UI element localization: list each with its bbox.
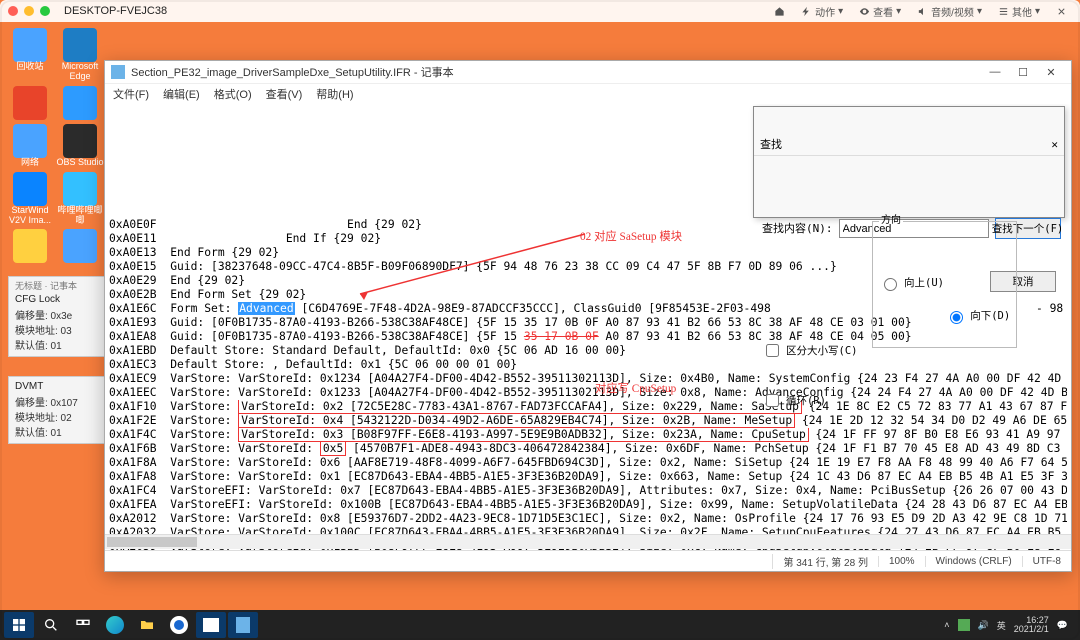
notepad-title-text: Section_PE32_image_DriverSampleDxe_Setup… — [131, 64, 981, 80]
find-dir-down[interactable]: 向下(D) — [945, 308, 1010, 324]
text-line: 0xA2012 VarStore: VarStoreId: 0x8 [E5937… — [109, 512, 1067, 526]
status-cursor-pos: 第 341 行, 第 28 列 — [772, 554, 877, 569]
taskbar-app1[interactable] — [196, 612, 226, 638]
desktop-icon[interactable] — [56, 86, 104, 120]
zoom-icon[interactable] — [40, 6, 50, 16]
menubar-item[interactable]: 帮助(H) — [316, 86, 353, 102]
taskbar-explorer-icon[interactable] — [132, 612, 162, 638]
side-panel-title: CFG Lock — [15, 294, 107, 305]
remote-menu-exit[interactable] — [1051, 6, 1072, 17]
notepad-statusbar: 第 341 行, 第 28 列 100% Windows (CRLF) UTF-… — [105, 550, 1071, 571]
menubar-item[interactable]: 格式(O) — [214, 86, 252, 102]
traffic-lights[interactable] — [8, 6, 50, 16]
menubar-item[interactable]: 文件(F) — [113, 86, 149, 102]
side-panel-dvmt: DVMT 偏移量: 0x107 模块地址: 02 默认值: 01 — [8, 376, 114, 444]
taskbar-teamviewer[interactable] — [164, 612, 194, 638]
desktop-icon[interactable] — [56, 229, 104, 263]
tray-ime-lang[interactable]: 英 — [997, 619, 1006, 632]
tray-notifications-icon[interactable]: 💬 — [1057, 620, 1068, 631]
tray-gpu-icon[interactable] — [958, 619, 970, 631]
minimize-icon[interactable] — [24, 6, 34, 16]
taskbar-taskview-icon[interactable] — [68, 612, 98, 638]
notepad-text-area[interactable]: 02 对应 SaSetup 模块 对应写 CpuSetup 查找 ✕ 查找内容(… — [105, 104, 1071, 550]
desktop-icon[interactable]: 网络 — [6, 124, 54, 168]
desktop-icons: 回收站Microsoft Edge网络OBS StudioStarWind V2… — [6, 28, 106, 263]
desktop-icon[interactable]: 回收站 — [6, 28, 54, 82]
status-encoding: UTF-8 — [1022, 556, 1071, 567]
side-panel-caption: 无标题 · 记事本 — [15, 279, 107, 292]
annotation-sasetup: 02 对应 SaSetup 模块 — [580, 230, 682, 244]
tray-audio-icon[interactable]: 🔊 — [978, 620, 989, 631]
find-dialog[interactable]: 查找 ✕ 查找内容(N): 查找下一个(F) 取消 方向 向上(U) 向下(D)… — [753, 106, 1065, 218]
find-close-button[interactable]: ✕ — [1051, 138, 1058, 152]
desktop-icon[interactable]: StarWind V2V Ima... — [6, 172, 54, 226]
menubar-item[interactable]: 编辑(E) — [163, 86, 200, 102]
tray-clock[interactable]: 16:272021/2/1 — [1014, 616, 1049, 635]
find-dir-up[interactable]: 向上(U) — [879, 275, 1010, 291]
taskbar-edge[interactable] — [100, 612, 130, 638]
remote-host-label: DESKTOP-FVEJC38 — [64, 5, 167, 17]
taskbar-notepad[interactable] — [228, 612, 258, 638]
find-direction-group: 方向 向上(U) 向下(D) — [872, 214, 1017, 348]
text-line: 0xA1FA8 VarStore: VarStoreId: 0x1 [EC87D… — [109, 470, 1067, 484]
close-icon[interactable] — [8, 6, 18, 16]
scrollbar-thumb[interactable] — [107, 537, 197, 547]
menubar-item[interactable]: 查看(V) — [266, 86, 303, 102]
remote-control-bar: DESKTOP-FVEJC38 动作▾ 查看▾ 音频/视频▾ 其他▾ — [0, 0, 1080, 22]
remote-menu-action[interactable]: 动作▾ — [796, 4, 848, 19]
side-panel-cfglock: 无标题 · 记事本 CFG Lock 偏移量: 0x3e 模块地址: 03 默认… — [8, 276, 114, 357]
status-line-ending: Windows (CRLF) — [925, 556, 1022, 567]
remote-menu-view[interactable]: 查看▾ — [854, 4, 906, 19]
desktop-icon[interactable]: 哔哩哔哩唧唧 — [56, 172, 104, 226]
desktop-icon[interactable]: OBS Studio — [56, 124, 104, 168]
find-wrap[interactable]: 循环(R) — [762, 391, 1056, 410]
desktop-icon[interactable] — [6, 86, 54, 120]
maximize-button[interactable]: ☐ — [1009, 66, 1037, 79]
status-zoom: 100% — [878, 556, 925, 567]
text-line: 0xA1FEA VarStoreEFI: VarStoreId: 0x100B … — [109, 498, 1067, 512]
find-title: 查找 — [760, 138, 782, 152]
remote-menu-home[interactable] — [769, 6, 790, 17]
start-button[interactable] — [4, 612, 34, 638]
windows-taskbar[interactable]: ˄ 🔊 英 16:272021/2/1 💬 — [0, 610, 1080, 640]
system-tray[interactable]: ˄ 🔊 英 16:272021/2/1 💬 — [944, 616, 1076, 635]
text-line: 0xA1FC4 VarStoreEFI: VarStoreId: 0x7 [EC… — [109, 484, 1067, 498]
desktop-icon[interactable] — [6, 229, 54, 263]
find-label: 查找内容(N): — [762, 222, 833, 236]
remote-menu-other[interactable]: 其他▾ — [993, 4, 1045, 19]
notepad-titlebar[interactable]: Section_PE32_image_DriverSampleDxe_Setup… — [105, 61, 1071, 84]
side-panel-title: DVMT — [15, 381, 107, 392]
tray-chevron-up-icon[interactable]: ˄ — [944, 620, 949, 630]
horizontal-scrollbar[interactable] — [105, 534, 1071, 549]
remote-menu-audio[interactable]: 音频/视频▾ — [912, 4, 987, 19]
desktop-icon[interactable]: Microsoft Edge — [56, 28, 104, 82]
taskbar-search-icon[interactable] — [36, 612, 66, 638]
notepad-app-icon — [111, 65, 125, 79]
find-titlebar[interactable]: 查找 ✕ — [754, 135, 1064, 156]
minimize-button[interactable]: — — [981, 66, 1009, 78]
notepad-window: Section_PE32_image_DriverSampleDxe_Setup… — [104, 60, 1072, 572]
annotation-cpusetup: 对应写 CpuSetup — [595, 382, 676, 396]
notepad-menubar[interactable]: 文件(F) 编辑(E) 格式(O) 查看(V) 帮助(H) — [105, 84, 1071, 104]
close-button[interactable]: ✕ — [1037, 66, 1065, 79]
